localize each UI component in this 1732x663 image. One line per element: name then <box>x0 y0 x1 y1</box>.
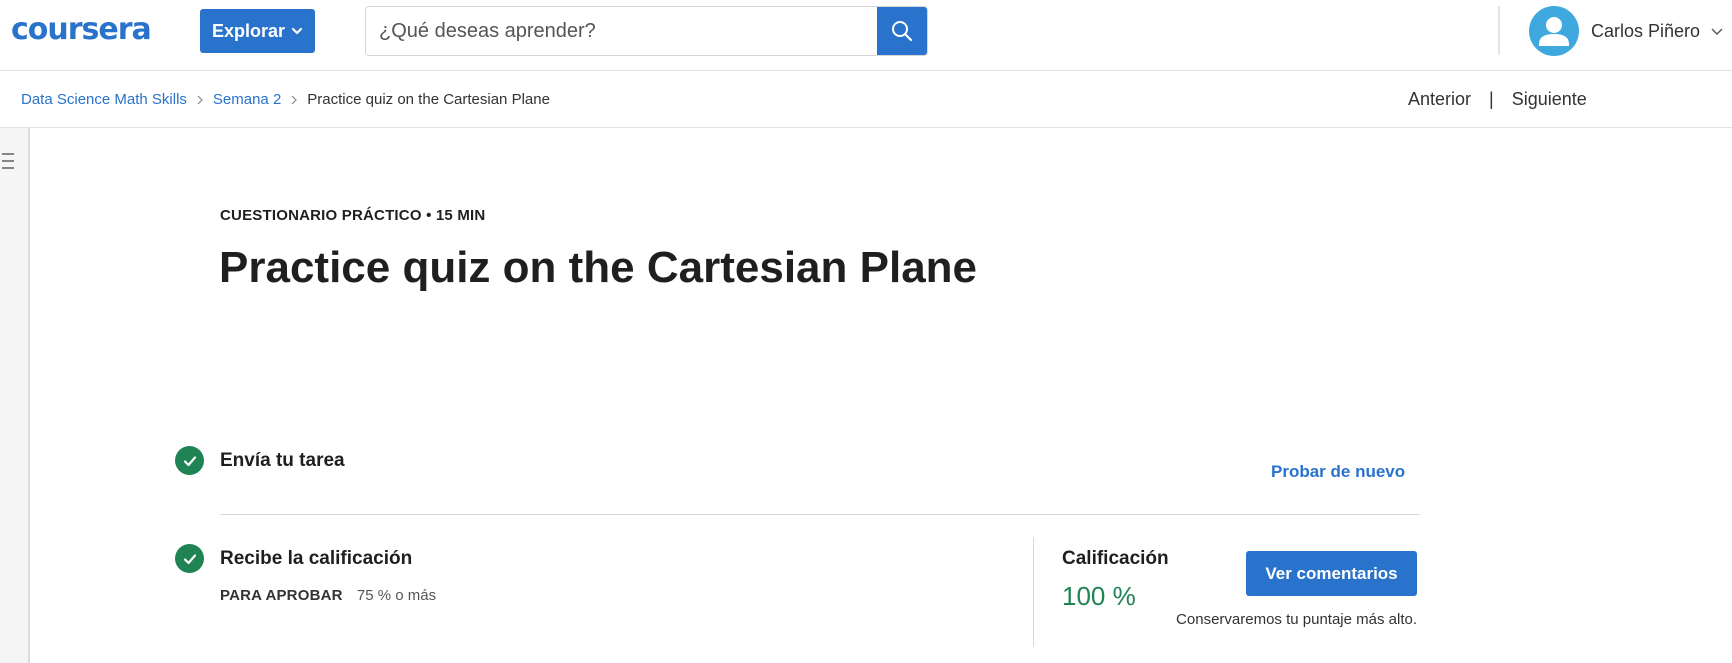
explore-label: Explorar <box>211 20 286 41</box>
sidebar-collapsed <box>0 128 30 663</box>
chevron-right-icon <box>196 94 204 106</box>
search-button[interactable] <box>877 7 927 55</box>
retry-link[interactable]: Probar de nuevo <box>1271 462 1405 482</box>
user-name: Carlos Piñero <box>1591 20 1701 41</box>
grade-value: 100 % <box>1062 581 1136 611</box>
grade-label: Calificación <box>1062 548 1169 569</box>
check-circle-icon <box>175 544 204 573</box>
explore-button[interactable]: Explorar <box>200 9 315 53</box>
pager-separator: | <box>1489 89 1494 109</box>
search-icon <box>892 21 913 42</box>
step-divider <box>220 514 1420 515</box>
step-submit-title: Envía tu tarea <box>220 450 345 471</box>
header-divider <box>1498 6 1500 55</box>
breadcrumb-bar: Data Science Math Skills Semana 2 Practi… <box>0 71 1732 128</box>
next-link[interactable]: Siguiente <box>1512 89 1587 110</box>
grade-divider <box>1033 537 1034 647</box>
search-box <box>365 6 928 56</box>
user-menu[interactable]: Carlos Piñero <box>1529 6 1724 56</box>
highest-score-note: Conservaremos tu puntaje más alto. <box>1176 611 1417 628</box>
breadcrumb-course[interactable]: Data Science Math Skills <box>21 91 187 108</box>
breadcrumb-current: Practice quiz on the Cartesian Plane <box>307 91 550 108</box>
menu-icon[interactable] <box>0 150 20 172</box>
step-grade-title: Recibe la calificación <box>220 548 413 569</box>
chevron-right-icon <box>290 94 298 106</box>
pass-value: 75 % o más <box>356 587 437 604</box>
pass-requirement: PARA APROBAR 75 % o más <box>220 587 436 604</box>
item-pager: Anterior | Siguiente <box>1408 71 1732 128</box>
user-icon <box>1539 17 1569 46</box>
view-feedback-button[interactable]: Ver comentarios <box>1246 551 1417 596</box>
page-title: Practice quiz on the Cartesian Plane <box>219 243 978 292</box>
chevron-down-icon <box>291 27 303 35</box>
check-circle-icon <box>175 446 204 475</box>
chevron-down-icon <box>1711 28 1723 35</box>
top-header: coursera Explorar Carlos Piñero <box>0 0 1732 71</box>
search-input[interactable] <box>366 7 877 55</box>
avatar <box>1529 6 1579 56</box>
breadcrumb: Data Science Math Skills Semana 2 Practi… <box>21 71 550 128</box>
quiz-meta: CUESTIONARIO PRÁCTICO • 15 MIN <box>220 207 486 224</box>
previous-link[interactable]: Anterior <box>1408 89 1471 110</box>
coursera-logo[interactable]: coursera <box>11 12 152 48</box>
pass-label: PARA APROBAR <box>220 587 343 604</box>
breadcrumb-week[interactable]: Semana 2 <box>213 91 281 108</box>
